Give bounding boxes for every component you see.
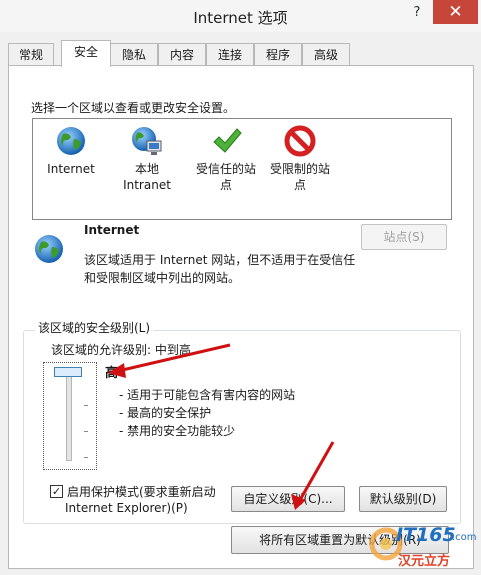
level-bullet-2: - 最高的安全保护 — [119, 406, 212, 420]
close-button[interactable]: ✕ — [433, 0, 478, 24]
allowed-level-label: 该区域的允许级别: 中到高 — [51, 343, 191, 357]
help-button[interactable]: ? — [410, 5, 424, 23]
zone-restricted-sites-line2: 点 — [293, 178, 306, 192]
zone-internet[interactable]: Internet — [41, 125, 101, 177]
red-forbidden-icon — [284, 125, 316, 157]
slider-tick — [84, 457, 88, 458]
protected-mode-label-line2: Internet Explorer)(P) — [65, 501, 188, 515]
globe-icon — [57, 127, 85, 155]
zone-internet-label: Internet — [47, 162, 95, 176]
zone-instruction: 选择一个区域以查看或更改安全设置。 — [31, 101, 236, 115]
tab-general[interactable]: 常规 — [8, 43, 54, 66]
selected-zone-globe-icon — [35, 235, 63, 263]
zone-local-intranet[interactable]: 本地 Intranet — [115, 125, 179, 193]
zone-local-intranet-line2: Intranet — [123, 178, 171, 192]
tab-connections[interactable]: 连接 — [206, 43, 254, 66]
protected-mode-checkbox[interactable]: ✓ — [50, 485, 63, 498]
tab-programs[interactable]: 程序 — [254, 43, 302, 66]
selected-zone-desc-line2: 和受限制区域中列出的网站。 — [84, 271, 241, 285]
slider-tick — [84, 431, 88, 432]
watermark-tagline: 汉元立方 — [398, 554, 451, 569]
zone-local-intranet-line1: 本地 — [134, 162, 159, 176]
tab-advanced[interactable]: 高级 — [302, 43, 350, 66]
security-level-name: 高 — [105, 366, 119, 381]
level-bullet-3: - 禁用的安全功能较少 — [119, 424, 236, 438]
watermark-brand: IT165 — [396, 524, 456, 546]
security-level-group-label: 该区域的安全级别(L) — [35, 319, 154, 336]
selected-zone-name: Internet — [84, 223, 140, 237]
sites-button[interactable]: 站点(S) — [361, 224, 447, 250]
green-check-icon — [213, 128, 242, 153]
local-intranet-icon — [132, 127, 162, 155]
slider-tick — [84, 405, 88, 406]
zone-trusted-sites-line2: 点 — [219, 178, 232, 192]
tab-content[interactable]: 内容 — [158, 43, 206, 66]
title-bar: Internet 选项 ? ✕ — [0, 0, 481, 32]
custom-level-button[interactable]: 自定义级别(C)... — [231, 486, 345, 512]
selected-zone-desc-line1: 该区域适用于 Internet 网站，但不适用于在受信任 — [84, 253, 356, 267]
level-bullet-1: - 适用于可能包含有害内容的网站 — [119, 388, 296, 402]
zone-restricted-sites[interactable]: 受限制的站 点 — [263, 125, 337, 193]
window-title: Internet 选项 — [193, 9, 288, 27]
default-level-button[interactable]: 默认级别(D) — [359, 486, 447, 512]
slider-thumb[interactable] — [54, 367, 82, 377]
zone-trusted-sites-line1: 受信任的站 — [195, 162, 256, 176]
tab-security[interactable]: 安全 — [61, 40, 111, 67]
watermark-domain: .com — [452, 532, 477, 543]
slider-track — [66, 371, 72, 461]
security-level-slider[interactable] — [43, 362, 97, 470]
protected-mode-label-line1: 启用保护模式(要求重新启动 — [67, 485, 216, 499]
security-panel: 选择一个区域以查看或更改安全设置。 Internet 本地 Intranet 受… — [8, 65, 474, 569]
tab-privacy[interactable]: 隐私 — [110, 43, 158, 66]
zone-list: Internet 本地 Intranet 受信任的站 点 受限制的站 点 — [32, 118, 452, 220]
zone-trusted-sites[interactable]: 受信任的站 点 — [189, 125, 263, 193]
zone-restricted-sites-line1: 受限制的站 — [269, 162, 330, 176]
watermark-logo: IT165 .com 汉元立方 — [366, 522, 477, 572]
